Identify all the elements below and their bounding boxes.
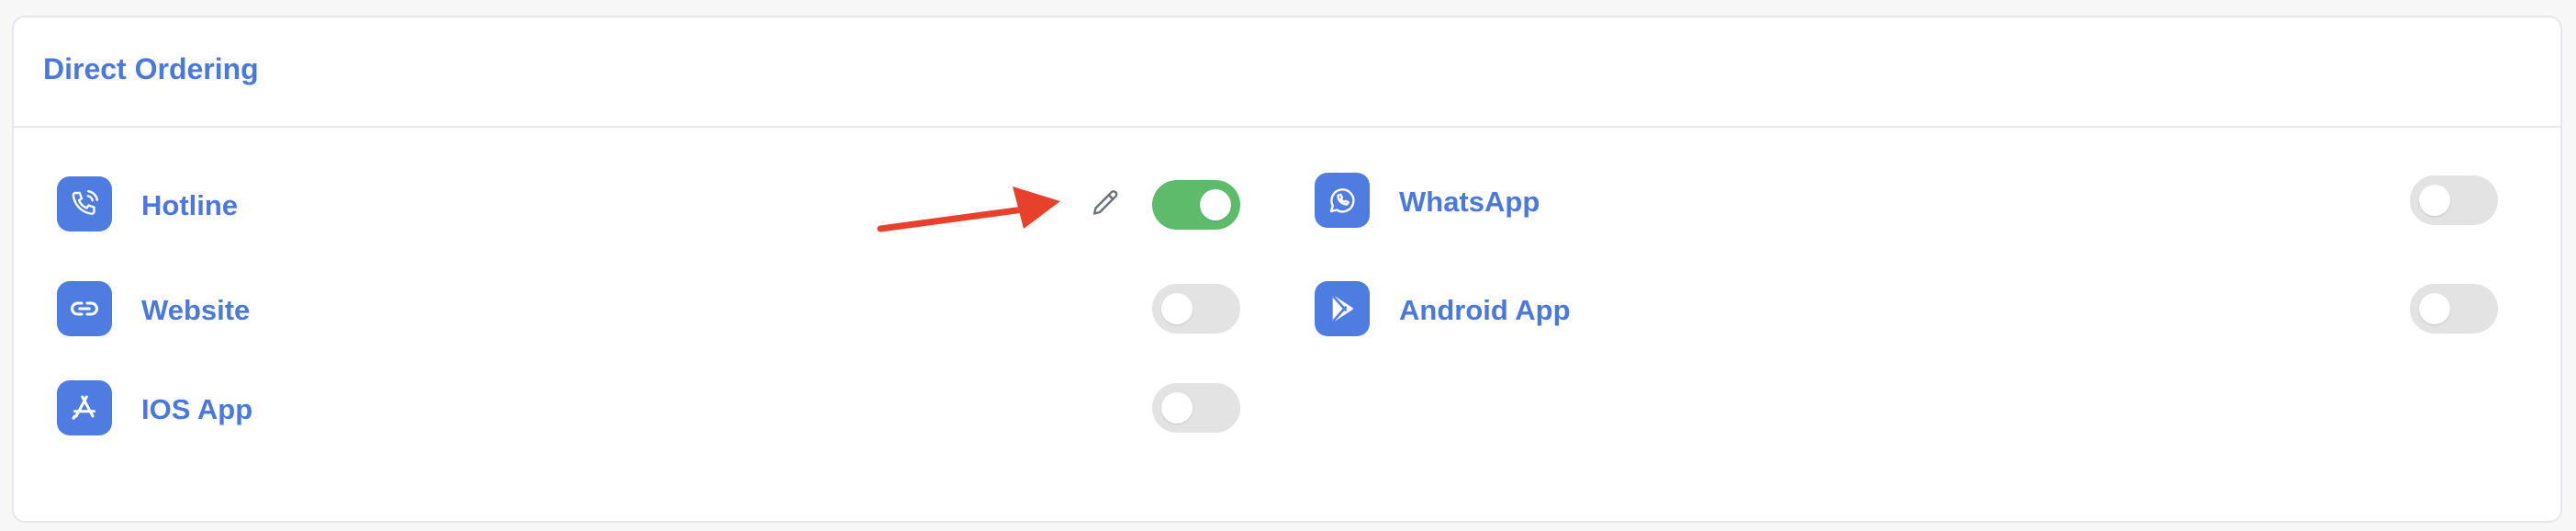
channel-row-ios-app: IOS App xyxy=(57,380,1250,435)
whatsapp-toggle[interactable] xyxy=(2410,175,2498,225)
phone-icon xyxy=(57,176,112,232)
pencil-icon[interactable] xyxy=(1089,187,1122,220)
channel-label: Hotline xyxy=(141,189,239,221)
card-header: Direct Ordering xyxy=(14,17,2560,128)
toggle-knob xyxy=(2419,185,2450,216)
link-icon xyxy=(57,281,112,336)
card-title: Direct Ordering xyxy=(43,52,259,85)
channel-label: WhatsApp xyxy=(1399,186,1540,218)
channel-label: Android App xyxy=(1399,294,1571,326)
annotation-arrow-icon xyxy=(877,186,1060,232)
channel-row-android-app: Android App xyxy=(1315,281,2508,336)
play-store-icon xyxy=(1315,281,1370,336)
android-app-toggle[interactable] xyxy=(2410,284,2498,333)
channel-label: Website xyxy=(141,294,251,326)
channel-label: IOS App xyxy=(141,393,253,425)
direct-ordering-card: Direct Ordering xyxy=(12,16,2562,523)
ios-app-toggle[interactable] xyxy=(1152,383,1240,433)
channel-row-website: Website xyxy=(57,281,1250,336)
toggle-knob xyxy=(1161,392,1193,424)
website-toggle[interactable] xyxy=(1152,284,1240,333)
toggle-knob xyxy=(2419,293,2450,324)
app-store-icon xyxy=(57,380,112,435)
toggle-knob xyxy=(1200,189,1231,220)
hotline-toggle[interactable] xyxy=(1152,180,1240,230)
whatsapp-icon xyxy=(1315,173,1370,228)
toggle-knob xyxy=(1161,293,1193,324)
channel-row-hotline: Hotline xyxy=(57,176,1250,232)
channel-row-whatsapp: WhatsApp xyxy=(1315,173,2508,228)
